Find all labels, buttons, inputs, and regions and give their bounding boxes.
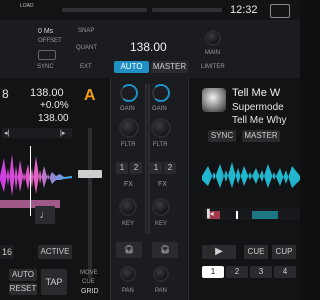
deck-b-cup-button[interactable]: CUP [272,245,296,259]
deck-b-cue-button[interactable]: CUE [244,245,268,259]
filter-label-right: FLTR [153,142,168,148]
clock-time: 12:32 [230,4,258,16]
deck-b-master-button[interactable]: MASTER [242,130,280,142]
master-button[interactable]: MASTER [151,61,188,73]
waveform-b-graphic [202,162,300,188]
limiter-label: LIMITER [201,64,225,70]
deck-b-overview[interactable] [202,208,300,220]
deck-b: Tell Me W Supermode Tell Me Why SYNC MAS… [188,78,300,300]
channel-meter-left [145,84,147,234]
deck-b-cue-marker-icon[interactable]: ▐◂ [204,209,214,218]
pan-label-right: PAN [155,288,167,294]
app-logo: LOAD [20,3,34,9]
reset-button[interactable]: RESET [9,283,37,295]
offset-label: OFFSET [38,38,62,44]
loop-active-button[interactable]: ACTIVE [38,245,72,259]
channel-meter-right [148,84,150,234]
headphones-icon: 🎧︎ [123,245,135,254]
deck-b-title: Tell Me W [232,87,281,99]
main-volume-knob[interactable] [205,30,221,46]
status-bar: LOAD 12:32 [0,0,300,20]
deck-b-play-button[interactable]: ▶ [202,245,236,259]
sync-label: SYNC [37,64,54,70]
deck-b-sync-button[interactable]: SYNC [208,130,236,142]
music-note-icon: ♩ [39,209,51,221]
filter-knob-right[interactable] [151,118,171,138]
key-knob-right[interactable] [152,198,170,216]
filter-label-left: FLTR [121,142,136,148]
fx-label-right: FX [158,181,167,188]
deck-a-original-bpm: 138.00 [38,113,69,124]
auto-button[interactable]: AUTO [114,61,149,73]
deck-a-note-button[interactable]: ♩ [35,206,55,224]
deck-a-pitch: +0.0% [40,100,69,111]
deck-a-letter: A [84,87,96,104]
filter-knob-left[interactable] [119,118,139,138]
overview-b-graphic [208,211,278,219]
beatjump-forward-icon[interactable]: |▸ [60,129,65,137]
mixer: GAIN GAIN FLTR FLTR 1 2 1 2 FX FX KEY KE… [110,78,188,300]
deck-a-track-number: 8 [2,87,9,101]
offset-ms: 0 Ms [38,28,54,35]
overview-bar-left[interactable] [62,8,147,12]
snap-button[interactable]: SNAP [78,28,94,34]
gain-knob-right[interactable] [152,84,170,102]
beatjump-back-icon[interactable]: ◂| [4,129,9,137]
cue-mode-label[interactable]: CUE [82,279,95,285]
gain-label-right: GAIN [152,106,167,112]
pan-knob-left[interactable] [120,266,136,282]
deck-b-subtitle: Tell Me Why [232,115,287,126]
hotcue-row: 1 2 3 4 [202,266,296,278]
key-knob-left[interactable] [119,198,137,216]
auto-button-a[interactable]: AUTO [9,269,37,281]
gain-knob-left[interactable] [120,84,138,102]
gain-label-left: GAIN [120,106,135,112]
headphones-cue-right[interactable]: 🎧︎ [152,242,178,258]
hotcue-2[interactable]: 2 [226,266,248,278]
loop-size-button[interactable]: 16 [0,245,14,259]
deck-a-playhead [30,146,31,216]
key-label-right: KEY [155,221,168,227]
quant-button[interactable]: QUANT [76,45,97,51]
pan-knob-right[interactable] [153,266,169,282]
grid-label[interactable]: GRID [81,288,99,295]
master-bpm: 138.00 [130,40,167,54]
tap-button[interactable]: TAP [41,269,67,295]
ext-button[interactable]: EXT [80,64,92,70]
main-label: MAIN [205,50,220,56]
helmet-avatar-icon [202,88,226,112]
hotcue-1[interactable]: 1 [202,266,224,278]
move-label[interactable]: MOVE [80,270,98,276]
fx2-button-left[interactable]: 2 [130,162,142,174]
fx2-button-right[interactable]: 2 [164,162,176,174]
fx1-button-right[interactable]: 1 [150,162,162,174]
pitch-fader-track[interactable] [88,128,92,278]
sync-toggle[interactable] [38,50,56,60]
deck-divider-right [188,78,189,300]
play-icon: ▶ [215,246,223,257]
headphones-cue-left[interactable]: 🎧︎ [116,242,142,258]
overview-bar-right[interactable] [152,8,222,12]
deck-b-waveform[interactable] [202,150,300,202]
deck-a: 8 138.00 +0.0% 138.00 A ◂| |▸ ♩ 16 ACTIV… [0,78,110,300]
deck-b-artist: Supermode [232,102,284,113]
hotcue-4[interactable]: 4 [274,266,296,278]
fx-label-left: FX [124,181,133,188]
fx1-button-left[interactable]: 1 [116,162,128,174]
key-label-left: KEY [122,221,135,227]
deck-a-bpm: 138.00 [30,87,64,99]
headphones-icon: 🎧︎ [159,245,171,254]
deck-divider-left [110,78,111,300]
pitch-fader-handle[interactable] [78,170,102,178]
hotcue-3[interactable]: 3 [250,266,272,278]
top-control-bar: 0 Ms OFFSET SYNC SNAP QUANT EXT 138.00 A… [0,20,300,78]
pan-label-left: PAN [122,288,134,294]
settings-icon[interactable] [270,4,290,18]
